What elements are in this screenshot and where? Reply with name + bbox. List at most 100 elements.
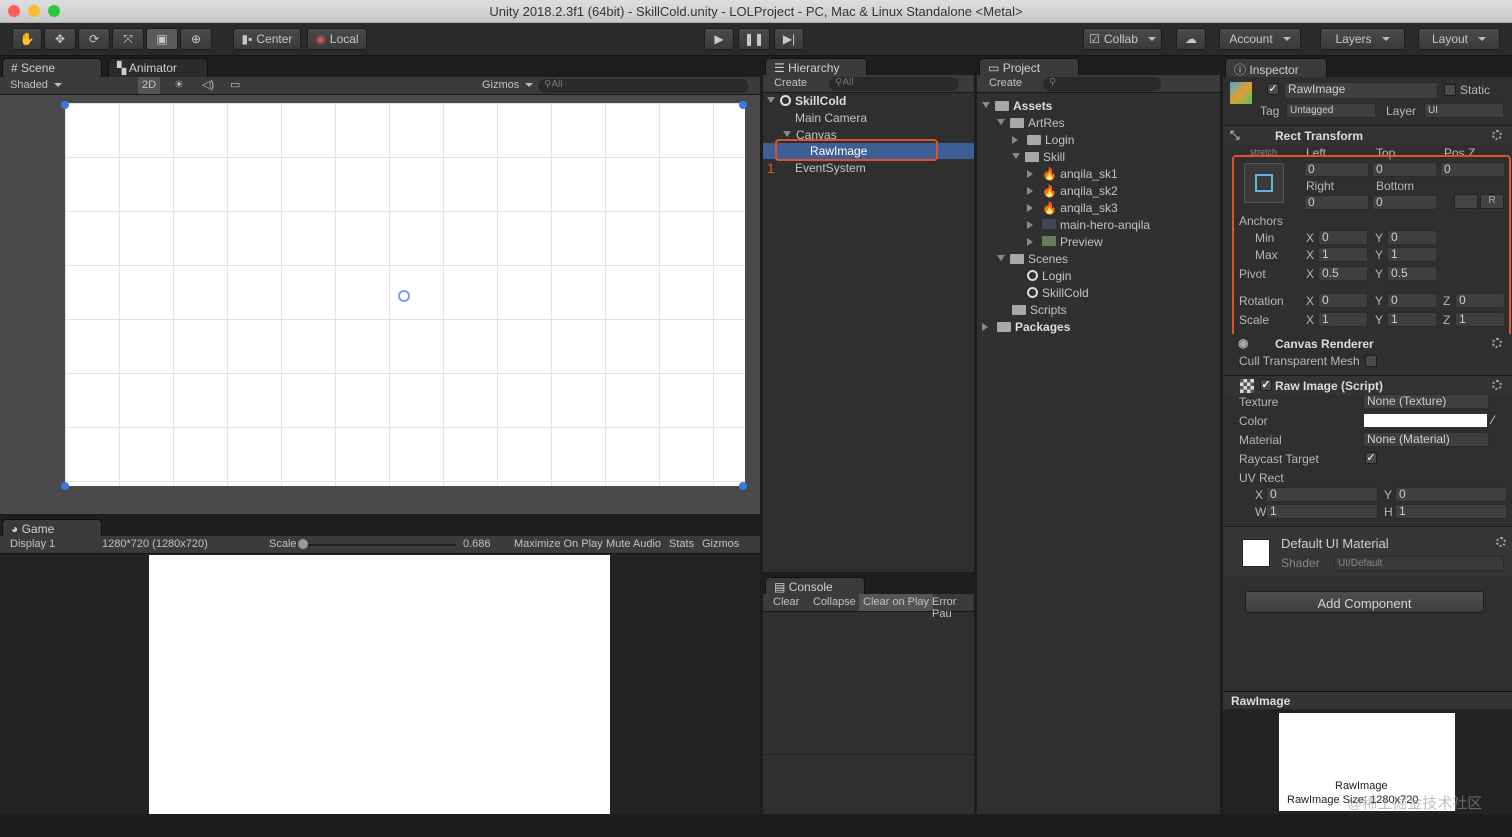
maximize-on-play-toggle[interactable]: Maximize On Play	[514, 538, 603, 550]
hierarchy-create-dropdown[interactable]: Create	[774, 77, 807, 89]
game-gizmos-dropdown[interactable]: Gizmos	[702, 538, 739, 550]
material-section: Default UI Material Shader UI/Default	[1224, 526, 1512, 576]
scene-search-input[interactable]: ⚲All	[538, 79, 748, 93]
window-title: Unity 2018.2.3f1 (64bit) - SkillCold.uni…	[489, 4, 1023, 19]
list-item[interactable]: Main Camera	[795, 111, 867, 125]
collab-dropdown[interactable]: ☑ Collab	[1083, 28, 1162, 50]
list-item[interactable]: EventSystem	[795, 161, 866, 175]
tab-scene[interactable]: # Scene	[2, 58, 102, 77]
raw-image-header[interactable]: ✓ Raw Image (Script)	[1224, 375, 1512, 395]
hand-tool-button[interactable]: ✋	[12, 28, 42, 50]
list-item[interactable]: ArtRes	[997, 116, 1065, 130]
raycast-target-checkbox[interactable]: ✓	[1365, 452, 1377, 464]
list-item[interactable]: main-hero-anqila	[1027, 218, 1150, 232]
list-item[interactable]: Assets	[982, 99, 1052, 113]
step-button[interactable]: ▶|	[774, 28, 804, 50]
rotate-tool-button[interactable]: ⟳	[78, 28, 110, 50]
console-clear-button[interactable]: Clear	[773, 596, 799, 608]
game-view[interactable]	[0, 554, 760, 814]
list-item[interactable]: 🔥 anqila_sk1	[1027, 167, 1118, 181]
active-checkbox[interactable]: ✓	[1267, 83, 1279, 95]
lighting-icon[interactable]: ☀	[174, 78, 184, 91]
anchor-handle[interactable]	[739, 101, 747, 109]
gizmos-dropdown[interactable]: Gizmos	[482, 79, 533, 91]
account-dropdown[interactable]: Account	[1219, 28, 1301, 50]
cloud-button[interactable]: ☁	[1176, 28, 1206, 50]
project-search-input[interactable]: ⚲	[1043, 77, 1161, 91]
list-item[interactable]: Login	[1027, 269, 1071, 283]
preview-header[interactable]: RawImage	[1223, 691, 1512, 709]
uv-y-field[interactable]: 0	[1395, 487, 1507, 502]
error-pause-toggle[interactable]: Error Pau	[932, 596, 974, 620]
scene-view[interactable]	[0, 95, 760, 514]
list-item[interactable]: 🔥 anqila_sk2	[1027, 184, 1118, 198]
gear-icon[interactable]	[1492, 380, 1502, 390]
uv-h-field[interactable]: 1	[1395, 504, 1507, 519]
shading-mode-dropdown[interactable]: Shaded	[10, 79, 130, 91]
gear-icon[interactable]	[1492, 130, 1502, 140]
2d-toggle[interactable]: 2D	[138, 77, 160, 94]
pivot-handle[interactable]	[398, 290, 410, 302]
folder-icon	[995, 101, 1009, 111]
collapse-toggle[interactable]: Collapse	[813, 596, 856, 608]
eyedropper-icon[interactable]: ⁄	[1492, 413, 1494, 427]
transform-tool-button[interactable]: ⊕	[180, 28, 212, 50]
uv-w-field[interactable]: 1	[1266, 504, 1378, 519]
hierarchy-search-input[interactable]: ⚲All	[829, 77, 959, 91]
search-icon: ⚲	[1049, 77, 1057, 88]
rect-tool-button[interactable]: ▣	[146, 28, 178, 50]
local-global-button[interactable]: ◉ Local	[307, 28, 367, 50]
shader-label: Shader	[1281, 556, 1320, 570]
list-item[interactable]: Skill	[1012, 150, 1065, 164]
tab-animator[interactable]: ▚ Animator	[108, 58, 208, 77]
anchor-handle[interactable]	[739, 482, 747, 490]
canvas-renderer-header[interactable]: ◉ Canvas Renderer	[1224, 334, 1512, 354]
audio-icon[interactable]: ◁)	[202, 78, 214, 91]
pivot-center-button[interactable]: ▮▪ Center	[233, 28, 301, 50]
gear-icon[interactable]	[1496, 537, 1506, 547]
eye-icon: ◉	[1238, 336, 1249, 350]
list-item[interactable]: Login	[1012, 133, 1074, 147]
gear-icon[interactable]	[1492, 338, 1502, 348]
list-item[interactable]: Packages	[982, 320, 1070, 334]
static-checkbox[interactable]	[1444, 84, 1456, 96]
project-create-dropdown[interactable]: Create	[989, 77, 1022, 89]
display-dropdown[interactable]: Display 1	[10, 538, 55, 550]
object-name-field[interactable]: RawImage	[1284, 82, 1438, 99]
list-item[interactable]: Scripts	[1012, 303, 1067, 317]
layer-dropdown[interactable]: UI	[1424, 103, 1504, 118]
resolution-dropdown[interactable]: 1280*720 (1280x720)	[102, 538, 208, 550]
mute-audio-toggle[interactable]: Mute Audio	[606, 538, 661, 550]
material-field[interactable]: None (Material)	[1363, 432, 1489, 447]
anchor-handle[interactable]	[61, 482, 69, 490]
stats-toggle[interactable]: Stats	[669, 538, 694, 550]
list-item[interactable]: Scenes	[997, 252, 1068, 266]
add-component-button[interactable]: Add Component	[1245, 591, 1484, 613]
move-tool-button[interactable]: ✥	[44, 28, 76, 50]
scale-slider[interactable]	[300, 544, 456, 546]
play-button[interactable]: ▶	[704, 28, 734, 50]
clear-on-play-toggle[interactable]: Clear on Play	[859, 594, 934, 611]
layout-dropdown[interactable]: Layout	[1418, 28, 1500, 50]
list-item[interactable]: SkillCold	[1027, 286, 1089, 300]
raw-image-enabled-checkbox[interactable]: ✓	[1260, 379, 1272, 391]
scale-tool-button[interactable]: ⤧	[112, 28, 144, 50]
scale-slider-thumb[interactable]	[298, 539, 308, 549]
tag-dropdown[interactable]: Untagged	[1286, 103, 1376, 118]
scene-root[interactable]: SkillCold	[767, 94, 846, 108]
uv-x-field[interactable]: 0	[1266, 487, 1378, 502]
raw-image-icon	[1240, 379, 1254, 393]
shader-dropdown[interactable]: UI/Default	[1334, 556, 1504, 571]
pause-button[interactable]: ❚❚	[738, 28, 770, 50]
list-item[interactable]: Preview	[1027, 235, 1103, 249]
effects-icon[interactable]: ▭	[230, 78, 240, 91]
move-icon: ✥	[54, 32, 66, 46]
layers-dropdown[interactable]: Layers	[1320, 28, 1405, 50]
color-swatch[interactable]	[1363, 413, 1488, 428]
anchor-handle[interactable]	[61, 101, 69, 109]
tab-inspector[interactable]: ⓘ Inspector	[1225, 58, 1327, 77]
list-item[interactable]: 🔥 anqila_sk3	[1027, 201, 1118, 215]
cull-transparent-checkbox[interactable]	[1365, 355, 1377, 367]
rect-transform-header[interactable]: ⤡ Rect Transform	[1224, 125, 1512, 145]
texture-field[interactable]: None (Texture)	[1363, 394, 1489, 409]
